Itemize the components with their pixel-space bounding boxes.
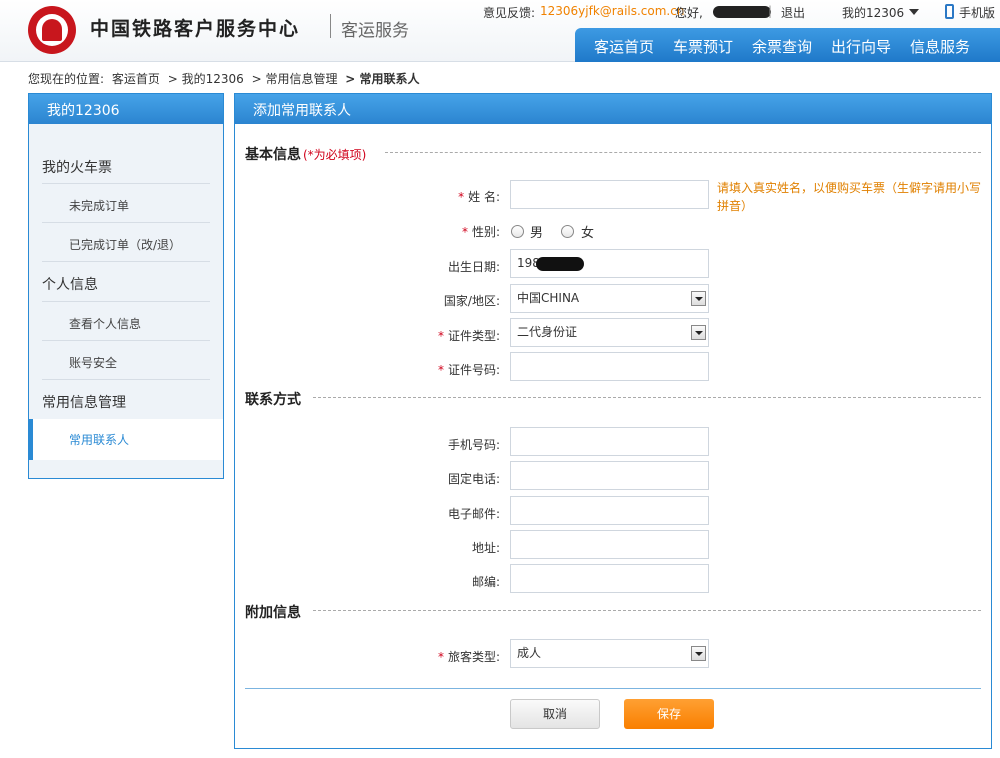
gender-female-label[interactable]: 女	[581, 222, 594, 241]
site-name: 中国铁路客户服务中心	[90, 18, 301, 40]
section-contact: 联系方式	[245, 392, 301, 408]
breadcrumb-home[interactable]: 客运首页	[112, 72, 160, 86]
save-button[interactable]: 保存	[624, 699, 714, 729]
gender-male-label[interactable]: 男	[530, 222, 543, 241]
sidebar-section-common-info[interactable]: 常用信息管理	[42, 392, 126, 412]
footer-divider	[245, 688, 981, 689]
nav-home[interactable]: 客运首页	[594, 36, 654, 57]
sidebar-section-tickets[interactable]: 我的火车票	[42, 157, 112, 177]
sidebar-divider	[42, 183, 210, 184]
site-subtitle: 客运服务	[341, 21, 409, 41]
topbar-separator: |	[768, 4, 773, 18]
main-panel: 添加常用联系人 基本信息 (*为必填项) * 姓 名: 请填入真实姓名，以便购买车票…	[234, 93, 992, 749]
breadcrumb: 您现在的位置: 客运首页 > 我的12306 > 常用信息管理 > 常用联系人	[28, 70, 424, 87]
id-type-value: 二代身份证	[517, 325, 578, 339]
cancel-button[interactable]: 取消	[510, 699, 600, 729]
mobile-phone-icon[interactable]	[945, 4, 954, 19]
zip-label: 邮编:	[471, 575, 500, 589]
railway-logo-icon[interactable]	[28, 6, 76, 54]
gender-female-radio[interactable]	[561, 225, 574, 238]
address-input[interactable]	[510, 530, 709, 559]
name-input[interactable]	[510, 180, 709, 209]
sidebar-divider	[42, 261, 210, 262]
sidebar-item-contacts-label: 常用联系人	[69, 433, 130, 447]
breadcrumb-my12306[interactable]: > 我的12306	[168, 72, 244, 86]
country-select[interactable]: 中国CHINA	[510, 284, 709, 313]
gender-label: * 性别:	[461, 225, 500, 239]
section-basic-info: 基本信息 (*为必填项)	[245, 144, 366, 164]
sidebar-divider	[42, 301, 210, 302]
country-label: 国家/地区:	[443, 294, 500, 308]
username-redacted	[713, 6, 771, 18]
greeting: 您好,	[675, 6, 703, 20]
sidebar: 我的12306 我的火车票 未完成订单 已完成订单（改/退） 个人信息 查看个人…	[28, 93, 224, 479]
site-header: 中国铁路客户服务中心 客运服务 意见反馈: 12306yjfk@rails.co…	[0, 0, 1000, 62]
feedback-email-link[interactable]: 12306yjfk@rails.com.cn	[540, 4, 684, 18]
sidebar-title: 我的12306	[29, 94, 223, 124]
feedback-label: 意见反馈:	[483, 6, 536, 20]
nav-info-service[interactable]: 信息服务	[910, 36, 970, 57]
logout-link[interactable]: 退出	[781, 4, 805, 21]
nav-remaining-tickets[interactable]: 余票查询	[752, 36, 812, 57]
sidebar-divider	[42, 222, 210, 223]
section-divider	[313, 610, 981, 611]
dropdown-arrow-icon[interactable]	[691, 325, 706, 340]
section-extra: 附加信息	[245, 605, 301, 621]
breadcrumb-prefix: 您现在的位置:	[28, 72, 105, 86]
caret-down-icon[interactable]	[909, 9, 919, 15]
section-divider	[385, 152, 981, 153]
name-hint: 请填入真实姓名，以便购买车票（生僻字请用小写拼音）	[717, 181, 982, 213]
id-type-label: * 证件类型:	[437, 329, 500, 343]
dropdown-arrow-icon[interactable]	[691, 291, 706, 306]
mobile-label: 手机号码:	[447, 438, 500, 452]
sidebar-divider	[42, 379, 210, 380]
passenger-type-select[interactable]: 成人	[510, 639, 709, 668]
nav-travel-guide[interactable]: 出行向导	[831, 36, 891, 57]
birthdate-redacted	[536, 257, 584, 271]
sidebar-divider	[42, 340, 210, 341]
passenger-type-label: * 旅客类型:	[437, 650, 500, 664]
id-number-label: * 证件号码:	[437, 363, 500, 377]
zip-input[interactable]	[510, 564, 709, 593]
section-divider	[313, 397, 981, 398]
country-value: 中国CHINA	[517, 291, 580, 305]
sidebar-item-contacts[interactable]: 常用联系人	[29, 419, 223, 460]
mobile-version-link[interactable]: 手机版	[959, 4, 995, 21]
birthdate-label: 出生日期:	[447, 260, 500, 274]
dropdown-arrow-icon[interactable]	[691, 646, 706, 661]
landline-label: 固定电话:	[447, 472, 500, 486]
nav-booking[interactable]: 车票预订	[673, 36, 733, 57]
address-label: 地址:	[471, 541, 500, 555]
name-label: * 姓 名:	[458, 190, 500, 204]
sidebar-item-finished-orders[interactable]: 已完成订单（改/退）	[69, 236, 181, 253]
required-note: (*为必填项)	[303, 148, 367, 162]
id-type-select[interactable]: 二代身份证	[510, 318, 709, 347]
passenger-type-value: 成人	[517, 646, 542, 660]
birthdate-input[interactable]: 198	[510, 249, 709, 278]
landline-input[interactable]	[510, 461, 709, 490]
sidebar-item-view-profile[interactable]: 查看个人信息	[69, 315, 141, 332]
sidebar-section-personal[interactable]: 个人信息	[42, 274, 98, 294]
email-input[interactable]	[510, 496, 709, 525]
sidebar-item-unfinished-orders[interactable]: 未完成订单	[69, 197, 129, 214]
mobile-input[interactable]	[510, 427, 709, 456]
title-divider	[330, 14, 331, 38]
email-label: 电子邮件:	[447, 507, 500, 521]
breadcrumb-info-manage[interactable]: > 常用信息管理	[252, 72, 338, 86]
sidebar-item-account-security[interactable]: 账号安全	[69, 354, 117, 371]
main-nav: 客运首页 车票预订 余票查询 出行向导 信息服务	[575, 28, 1000, 62]
section-basic-title: 基本信息	[245, 147, 301, 163]
panel-title: 添加常用联系人	[235, 94, 991, 124]
my12306-menu[interactable]: 我的12306	[842, 4, 904, 21]
id-number-input[interactable]	[510, 352, 709, 381]
breadcrumb-current: > 常用联系人	[345, 72, 420, 86]
gender-male-radio[interactable]	[511, 225, 524, 238]
